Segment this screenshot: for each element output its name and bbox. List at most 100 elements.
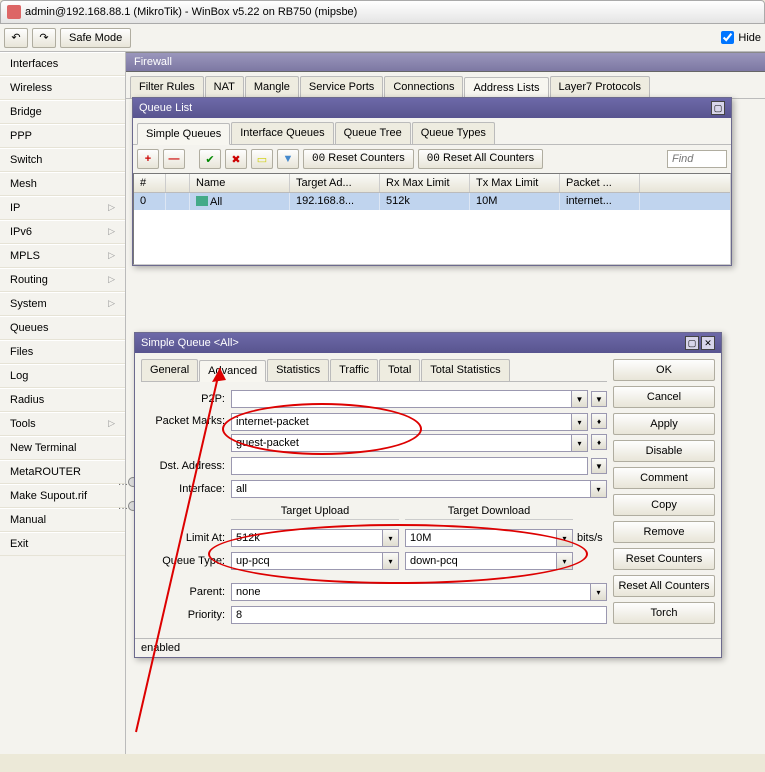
sidebar-item-mpls[interactable]: MPLS▷ xyxy=(0,244,125,268)
dst-toggle-button[interactable]: ▼ xyxy=(591,458,607,474)
queue-find-input[interactable] xyxy=(667,150,727,168)
sidebar-item-queues[interactable]: Queues xyxy=(0,316,125,340)
sq-cancel-button[interactable]: Cancel xyxy=(613,386,715,408)
packet-mark-0-dropdown[interactable]: ▾ xyxy=(572,413,588,431)
queue-add-button[interactable]: + xyxy=(137,149,159,169)
queue-type-download-input[interactable] xyxy=(405,552,557,570)
dst-address-input[interactable] xyxy=(231,457,588,475)
interface-dropdown-button[interactable]: ▾ xyxy=(591,480,607,498)
sq-ok-button[interactable]: OK xyxy=(613,359,715,381)
queue-column-header[interactable]: Name xyxy=(190,174,290,192)
sidebar-item-exit[interactable]: Exit xyxy=(0,532,125,556)
queue-column-header[interactable]: Packet ... xyxy=(560,174,640,192)
firewall-tab-layer7-protocols[interactable]: Layer7 Protocols xyxy=(550,76,651,98)
sidebar-item-wireless[interactable]: Wireless xyxy=(0,76,125,100)
packet-mark-1-action[interactable]: ♦ xyxy=(591,434,607,450)
sq-reset-counters-button[interactable]: Reset Counters xyxy=(613,548,715,570)
sq-remove-button[interactable]: Remove xyxy=(613,521,715,543)
limit-at-upload-input[interactable] xyxy=(231,529,383,547)
sq-tab-advanced[interactable]: Advanced xyxy=(199,360,266,382)
sq-close-button[interactable]: ✕ xyxy=(701,336,715,350)
firewall-tab-filter-rules[interactable]: Filter Rules xyxy=(130,76,204,98)
sidebar-item-ip[interactable]: IP▷ xyxy=(0,196,125,220)
queue-type-download-dropdown[interactable]: ▾ xyxy=(557,552,573,570)
limit-at-download-input[interactable] xyxy=(405,529,557,547)
firewall-tab-connections[interactable]: Connections xyxy=(384,76,463,98)
queue-list-tab-queue-tree[interactable]: Queue Tree xyxy=(335,122,411,144)
queue-enable-button[interactable]: ✔ xyxy=(199,149,221,169)
queue-list-minimize-button[interactable]: ▢ xyxy=(711,101,725,115)
sq-tab-traffic[interactable]: Traffic xyxy=(330,359,378,381)
queue-list-tab-simple-queues[interactable]: Simple Queues xyxy=(137,123,230,145)
p2p-dropdown-button[interactable]: ▼ xyxy=(572,390,588,408)
sq-reset-all-counters-button[interactable]: Reset All Counters xyxy=(613,575,715,597)
p2p-toggle-button[interactable]: ▼ xyxy=(591,391,607,407)
sq-torch-button[interactable]: Torch xyxy=(613,602,715,624)
sidebar-item-log[interactable]: Log xyxy=(0,364,125,388)
sidebar-item-system[interactable]: System▷ xyxy=(0,292,125,316)
sidebar-item-ppp[interactable]: PPP xyxy=(0,124,125,148)
packet-mark-0-input[interactable] xyxy=(231,413,572,431)
firewall-tab-service-ports[interactable]: Service Ports xyxy=(300,76,383,98)
sq-tab-statistics[interactable]: Statistics xyxy=(267,359,329,381)
undo-button[interactable]: ↶ xyxy=(4,28,28,48)
priority-input[interactable] xyxy=(231,606,607,624)
sq-tab-general[interactable]: General xyxy=(141,359,198,381)
hide-checkbox-label[interactable]: Hide xyxy=(721,31,761,44)
sq-copy-button[interactable]: Copy xyxy=(613,494,715,516)
queue-column-header[interactable]: Rx Max Limit xyxy=(380,174,470,192)
queue-filter-button[interactable]: ▼ xyxy=(277,149,299,169)
sidebar-item-radius[interactable]: Radius xyxy=(0,388,125,412)
limit-at-upload-dropdown[interactable]: ▾ xyxy=(383,529,399,547)
sidebar-item-switch[interactable]: Switch xyxy=(0,148,125,172)
sq-tab-total-statistics[interactable]: Total Statistics xyxy=(421,359,509,381)
firewall-tab-nat[interactable]: NAT xyxy=(205,76,244,98)
limit-at-download-dropdown[interactable]: ▾ xyxy=(557,529,573,547)
packet-mark-0-action[interactable]: ♦ xyxy=(591,413,607,429)
hide-checkbox[interactable] xyxy=(721,31,734,44)
sidebar-item-new-terminal[interactable]: New Terminal xyxy=(0,436,125,460)
sidebar-item-manual[interactable]: Manual xyxy=(0,508,125,532)
sq-comment-button[interactable]: Comment xyxy=(613,467,715,489)
packet-mark-1-dropdown[interactable]: ▾ xyxy=(572,434,588,452)
queue-type-upload-dropdown[interactable]: ▾ xyxy=(383,552,399,570)
parent-dropdown-button[interactable]: ▾ xyxy=(591,583,607,601)
queue-list-tab-interface-queues[interactable]: Interface Queues xyxy=(231,122,333,144)
queue-disable-button[interactable]: ✖ xyxy=(225,149,247,169)
queue-list-titlebar[interactable]: Queue List ▢ xyxy=(133,98,731,118)
safe-mode-button[interactable]: Safe Mode xyxy=(60,28,131,48)
parent-input[interactable] xyxy=(231,583,591,601)
sq-disable-button[interactable]: Disable xyxy=(613,440,715,462)
sidebar-item-tools[interactable]: Tools▷ xyxy=(0,412,125,436)
p2p-label: P2P: xyxy=(141,393,231,405)
queue-list-tab-queue-types[interactable]: Queue Types xyxy=(412,122,495,144)
simple-queue-titlebar[interactable]: Simple Queue <All> ▢ ✕ xyxy=(135,333,721,353)
sq-tab-total[interactable]: Total xyxy=(379,359,420,381)
queue-type-upload-input[interactable] xyxy=(231,552,383,570)
sidebar-item-metarouter[interactable]: MetaROUTER xyxy=(0,460,125,484)
queue-column-header[interactable]: # xyxy=(134,174,166,192)
p2p-input[interactable] xyxy=(231,390,572,408)
sq-apply-button[interactable]: Apply xyxy=(613,413,715,435)
sidebar-item-files[interactable]: Files xyxy=(0,340,125,364)
queue-remove-button[interactable]: — xyxy=(163,149,185,169)
sidebar-item-interfaces[interactable]: Interfaces xyxy=(0,52,125,76)
redo-button[interactable]: ↷ xyxy=(32,28,56,48)
sidebar-item-ipv6[interactable]: IPv6▷ xyxy=(0,220,125,244)
reset-all-counters-button[interactable]: 00 Reset All Counters xyxy=(418,149,543,169)
reset-counters-button[interactable]: 00 Reset Counters xyxy=(303,149,414,169)
packet-mark-1-input[interactable] xyxy=(231,434,572,452)
queue-column-header[interactable]: Tx Max Limit xyxy=(470,174,560,192)
sidebar-item-bridge[interactable]: Bridge xyxy=(0,100,125,124)
interface-input[interactable] xyxy=(231,480,591,498)
queue-row[interactable]: 0All192.168.8...512k10Minternet... xyxy=(134,193,730,210)
sidebar-item-mesh[interactable]: Mesh xyxy=(0,172,125,196)
sidebar-item-routing[interactable]: Routing▷ xyxy=(0,268,125,292)
queue-comment-button[interactable]: ▭ xyxy=(251,149,273,169)
sq-minimize-button[interactable]: ▢ xyxy=(685,336,699,350)
queue-column-header[interactable]: Target Ad... xyxy=(290,174,380,192)
sidebar-item-make-supout-rif[interactable]: Make Supout.rif xyxy=(0,484,125,508)
firewall-tab-address-lists[interactable]: Address Lists xyxy=(464,77,548,99)
firewall-tab-mangle[interactable]: Mangle xyxy=(245,76,299,98)
queue-column-header[interactable] xyxy=(166,174,190,192)
